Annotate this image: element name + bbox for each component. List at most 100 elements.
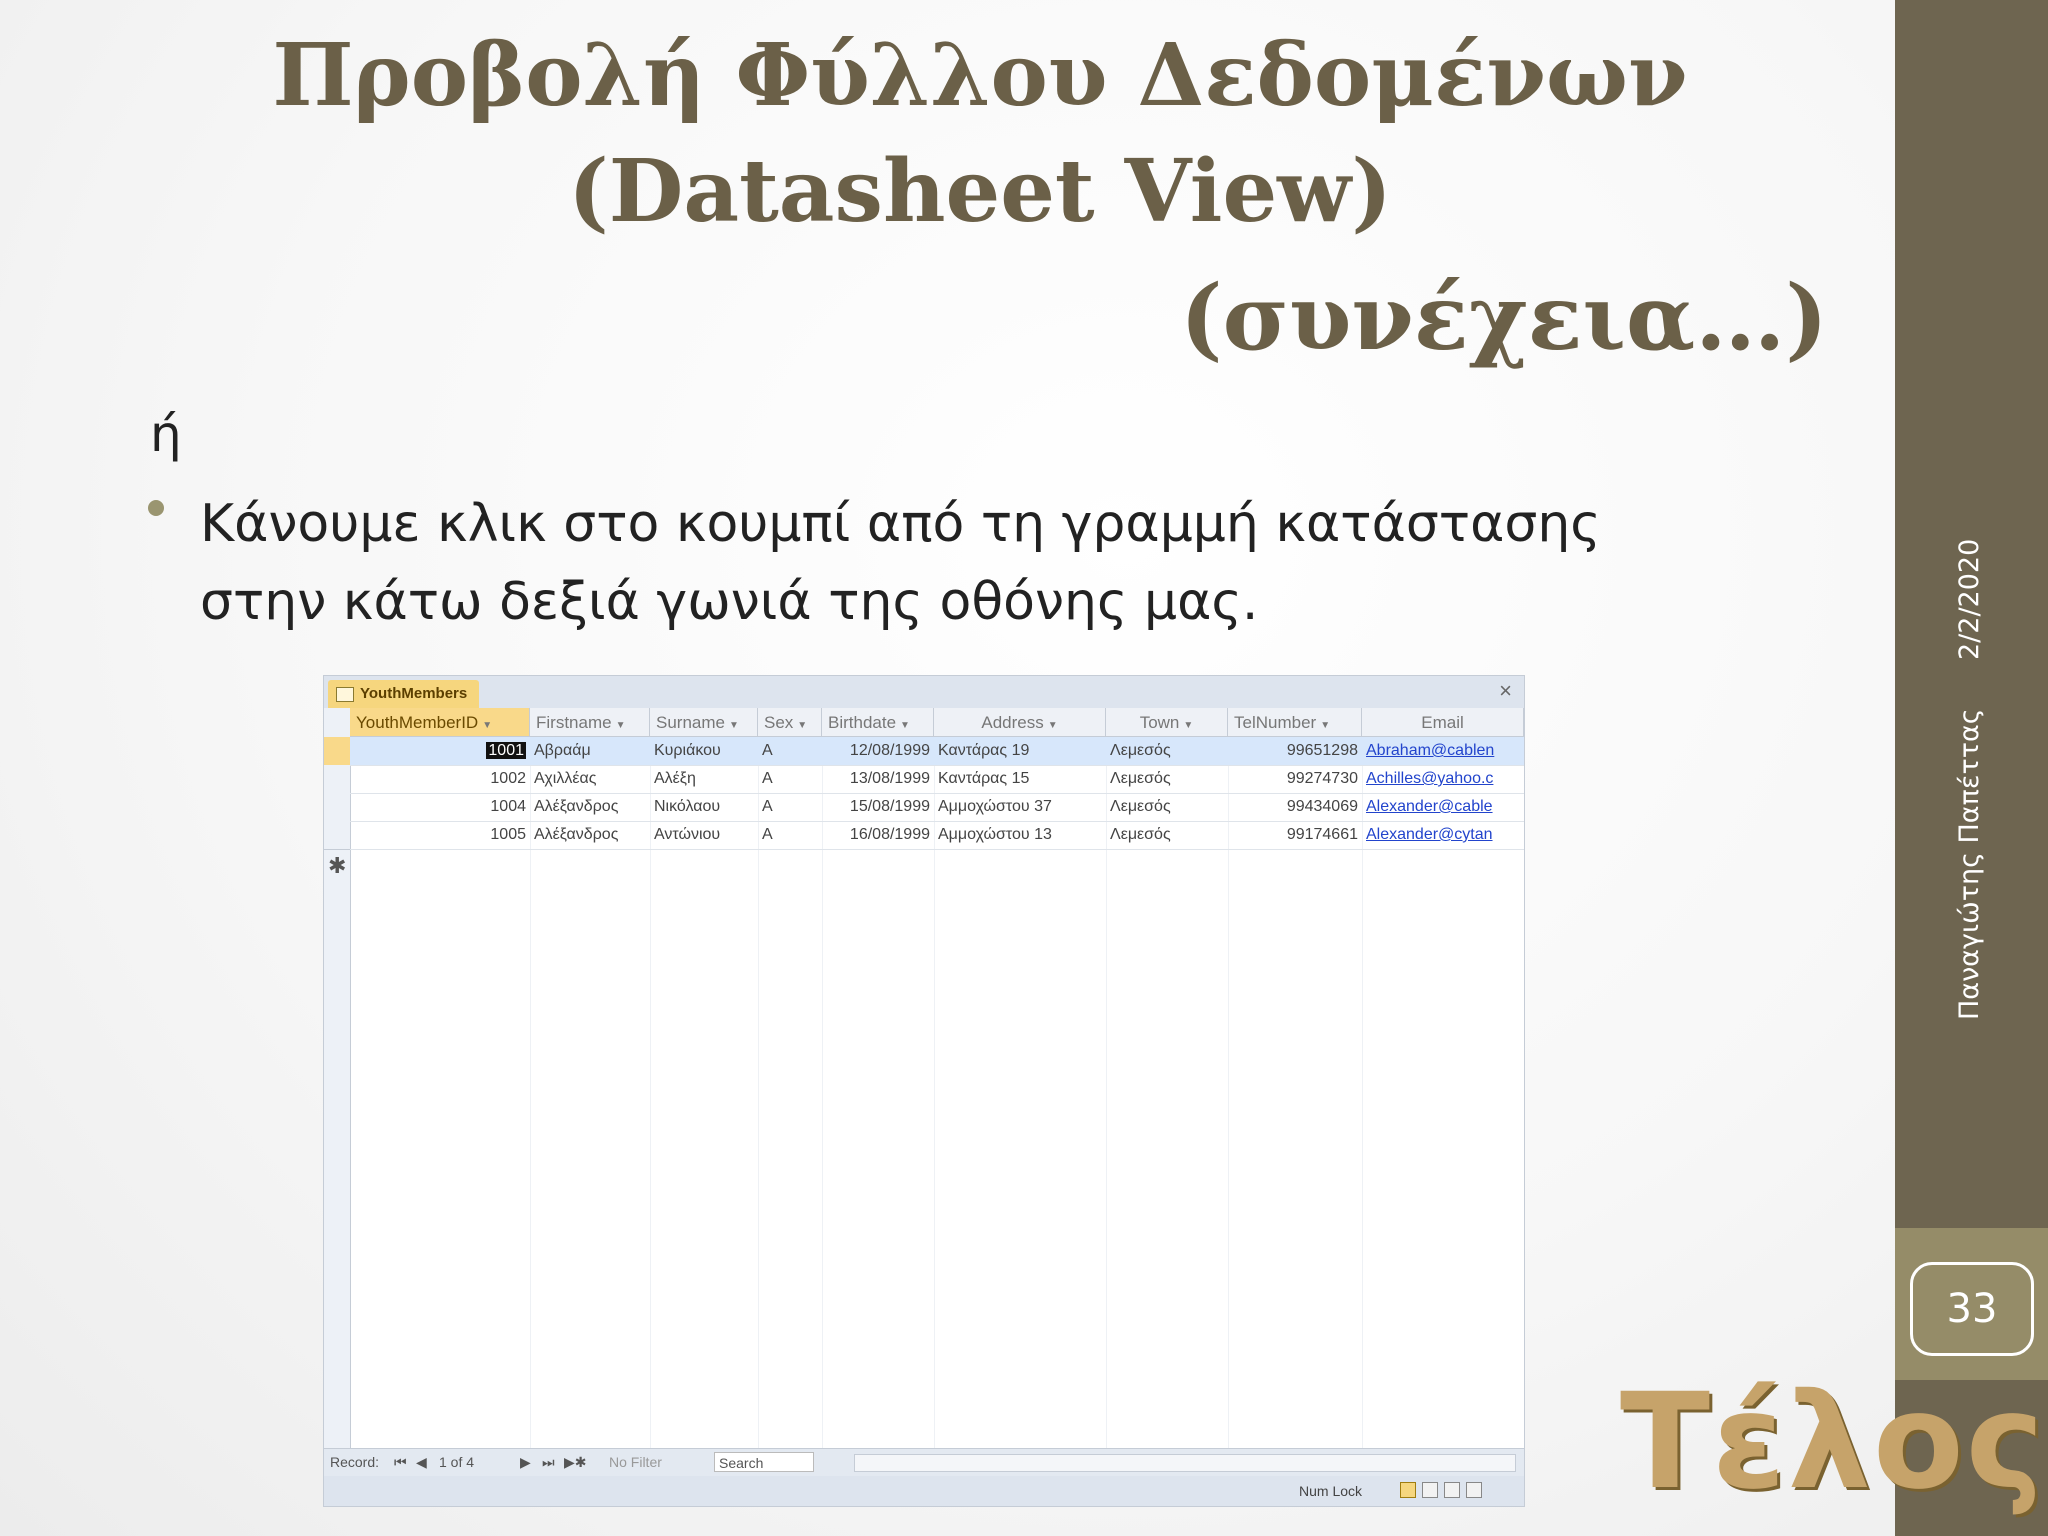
cell-id[interactable]: 1001	[350, 737, 530, 765]
column-header-label: Surname	[656, 713, 725, 732]
cell-surname[interactable]: Αντώνιου	[650, 821, 758, 849]
row-selector[interactable]	[324, 737, 350, 766]
datasheet-view-icon[interactable]	[1400, 1482, 1416, 1498]
cell-email[interactable]: Alexander@cytan	[1362, 821, 1524, 849]
cell-town[interactable]: Λεμεσός	[1106, 821, 1228, 849]
cell-firstname[interactable]: Αλέξανδρος	[530, 821, 650, 849]
dropdown-arrow-icon[interactable]: ▼	[797, 720, 807, 731]
bullet-icon	[148, 500, 164, 516]
tab-label: YouthMembers	[360, 685, 468, 702]
column-header-sex[interactable]: Sex ▼	[758, 708, 822, 737]
column-header-town[interactable]: Town ▼	[1106, 708, 1228, 737]
pivotchart-view-icon[interactable]	[1444, 1482, 1460, 1498]
cell-telnumber[interactable]: 99174661	[1228, 821, 1362, 849]
cell-surname[interactable]: Αλέξη	[650, 765, 758, 793]
design-view-icon[interactable]	[1466, 1482, 1482, 1498]
new-record-icon[interactable]: ▶✱	[564, 1454, 587, 1471]
first-record-icon[interactable]: ⏮	[394, 1454, 407, 1471]
search-field[interactable]: Search	[714, 1452, 814, 1472]
dropdown-arrow-icon[interactable]: ▼	[1048, 720, 1058, 731]
close-icon[interactable]: ×	[1499, 678, 1512, 704]
or-text: ή	[150, 405, 182, 463]
column-header-label: Sex	[764, 713, 794, 732]
cell-birthdate[interactable]: 12/08/1999	[822, 737, 934, 765]
column-header-surname[interactable]: Surname ▼	[650, 708, 758, 737]
end-text: Τέλος	[1620, 1365, 2046, 1519]
no-filter-button[interactable]: No Filter	[609, 1454, 662, 1470]
cell-sex[interactable]: Α	[758, 765, 822, 793]
record-label: Record:	[330, 1454, 380, 1470]
column-header-firstname[interactable]: Firstname ▼	[530, 708, 650, 737]
column-header-label: Address	[981, 713, 1044, 732]
row-selector[interactable]	[324, 793, 350, 822]
record-navigation-bar: Record: ⏮ ◀ 1 of 4 ▶ ⏭ ▶✱ No Filter Sear…	[324, 1448, 1524, 1477]
cell-sex[interactable]: Α	[758, 793, 822, 821]
title-line-2: (Datasheet View)	[568, 141, 1392, 242]
slide-date: 2/2/2020	[1954, 538, 1985, 660]
next-record-icon[interactable]: ▶	[520, 1454, 531, 1471]
previous-record-icon[interactable]: ◀	[416, 1454, 427, 1471]
tab-youthmembers[interactable]: YouthMembers	[328, 680, 480, 708]
cell-firstname[interactable]: Αχιλλέας	[530, 765, 650, 793]
column-header-label: Town	[1139, 713, 1180, 732]
cell-telnumber[interactable]: 99651298	[1228, 737, 1362, 765]
dropdown-arrow-icon[interactable]: ▼	[900, 720, 910, 731]
cell-address[interactable]: Αμμοχώστου 13	[934, 821, 1106, 849]
horizontal-scrollbar[interactable]	[854, 1454, 1516, 1472]
slide-title: Προβολή Φύλλου Δεδομένων (Datasheet View…	[230, 18, 1730, 250]
cell-sex[interactable]: Α	[758, 821, 822, 849]
column-header-youthmemberid[interactable]: YouthMemberID ▼	[350, 708, 530, 737]
cell-address[interactable]: Καντάρας 19	[934, 737, 1106, 765]
dropdown-arrow-icon[interactable]: ▼	[1320, 720, 1330, 731]
row-selector[interactable]	[324, 821, 350, 850]
cell-telnumber[interactable]: 99274730	[1228, 765, 1362, 793]
column-header-email[interactable]: Email	[1362, 708, 1524, 737]
row-selector[interactable]	[324, 765, 350, 794]
table-row[interactable]: 1001 Αβραάμ Κυριάκου Α 12/08/1999 Καντάρ…	[350, 737, 1524, 766]
table-row[interactable]: 1004 Αλέξανδρος Νικόλαου Α 15/08/1999 Αμ…	[350, 793, 1524, 822]
cell-sex[interactable]: Α	[758, 737, 822, 765]
dropdown-arrow-icon[interactable]: ▼	[482, 720, 492, 731]
dropdown-arrow-icon[interactable]: ▼	[1183, 720, 1193, 731]
column-header-birthdate[interactable]: Birthdate ▼	[822, 708, 934, 737]
cell-address[interactable]: Καντάρας 15	[934, 765, 1106, 793]
column-header-label: Email	[1421, 713, 1464, 732]
cell-email[interactable]: Alexander@cable	[1362, 793, 1524, 821]
cell-address[interactable]: Αμμοχώστου 37	[934, 793, 1106, 821]
datasheet-screenshot: YouthMembers × YouthMemberID ▼ Firstname ▼…	[323, 675, 1525, 1507]
cell-id[interactable]: 1005	[350, 821, 530, 849]
cell-surname[interactable]: Κυριάκου	[650, 737, 758, 765]
column-header-address[interactable]: Address ▼	[934, 708, 1106, 737]
cell-surname[interactable]: Νικόλαου	[650, 793, 758, 821]
column-header-label: YouthMemberID	[356, 713, 479, 732]
table-row[interactable]: 1002 Αχιλλέας Αλέξη Α 13/08/1999 Καντάρα…	[350, 765, 1524, 794]
pivottable-view-icon[interactable]	[1422, 1482, 1438, 1498]
cell-birthdate[interactable]: 16/08/1999	[822, 821, 934, 849]
column-header-label: Firstname	[536, 713, 612, 732]
table-row[interactable]: 1005 Αλέξανδρος Αντώνιου Α 16/08/1999 Αμ…	[350, 821, 1524, 850]
cell-birthdate[interactable]: 15/08/1999	[822, 793, 934, 821]
cell-telnumber[interactable]: 99434069	[1228, 793, 1362, 821]
cell-town[interactable]: Λεμεσός	[1106, 793, 1228, 821]
title-line-3: (συνέχεια…)	[1180, 265, 1828, 371]
cell-email[interactable]: Achilles@yahoo.c	[1362, 765, 1524, 793]
cell-birthdate[interactable]: 13/08/1999	[822, 765, 934, 793]
cell-firstname[interactable]: Αβραάμ	[530, 737, 650, 765]
cell-id[interactable]: 1004	[350, 793, 530, 821]
dropdown-arrow-icon[interactable]: ▼	[729, 720, 739, 731]
slide-author: Παναγιώτης Παπέττας	[1954, 708, 1985, 1020]
cell-id[interactable]: 1002	[350, 765, 530, 793]
column-header-telnumber[interactable]: TelNumber ▼	[1228, 708, 1362, 737]
cell-firstname[interactable]: Αλέξανδρος	[530, 793, 650, 821]
cell-email[interactable]: Abraham@cablen	[1362, 737, 1524, 765]
cell-town[interactable]: Λεμεσός	[1106, 737, 1228, 765]
document-tab-bar: YouthMembers ×	[324, 676, 1524, 708]
cell-town[interactable]: Λεμεσός	[1106, 765, 1228, 793]
dropdown-arrow-icon[interactable]: ▼	[616, 720, 626, 731]
bullet-text: Κάνουμε κλικ στο κουμπί από τη γραμμή κα…	[200, 494, 1601, 632]
title-line-1: Προβολή Φύλλου Δεδομένων	[272, 25, 1688, 126]
status-bar: Num Lock	[324, 1476, 1524, 1506]
last-record-icon[interactable]: ⏭	[542, 1454, 555, 1471]
record-position-field[interactable]: 1 of 4	[439, 1454, 474, 1470]
num-lock-indicator: Num Lock	[1299, 1483, 1363, 1499]
